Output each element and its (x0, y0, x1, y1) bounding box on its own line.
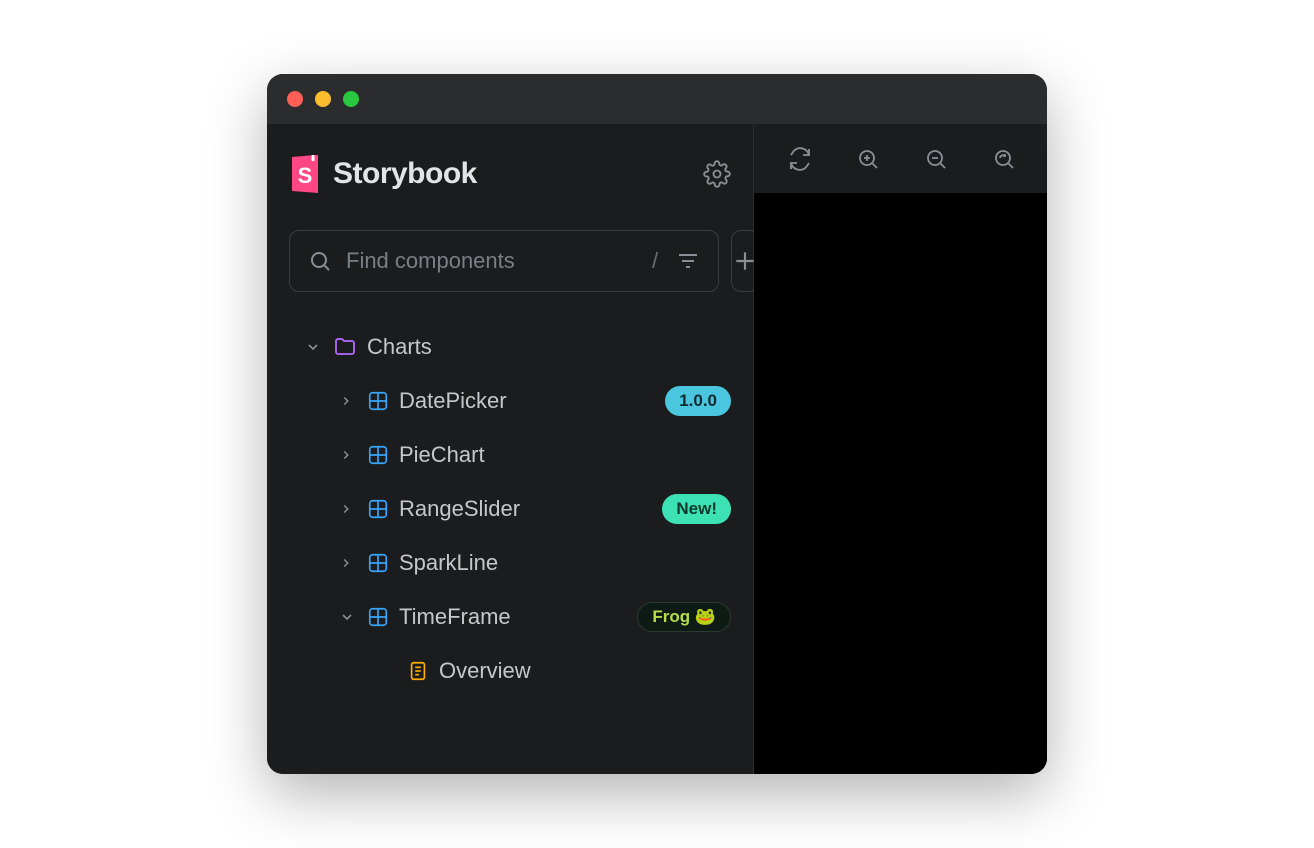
window-maximize-button[interactable] (343, 91, 359, 107)
search-row: / (289, 230, 731, 292)
window-titlebar (267, 74, 1047, 124)
chevron-right-icon (339, 502, 357, 516)
preview-toolbar (754, 124, 1047, 194)
main-panel (754, 124, 1047, 774)
app-window: S Storybook (267, 74, 1047, 774)
chevron-right-icon (339, 448, 357, 462)
tree-folder-charts[interactable]: Charts (289, 320, 731, 374)
settings-button[interactable] (703, 160, 731, 188)
tree-item-piechart[interactable]: PieChart (289, 428, 731, 482)
zoom-out-icon[interactable] (924, 147, 948, 171)
chevron-right-icon (339, 394, 357, 408)
svg-text:S: S (298, 163, 313, 188)
tree-label: PieChart (399, 442, 485, 468)
filter-icon[interactable] (676, 249, 700, 273)
refresh-icon[interactable] (788, 147, 812, 171)
new-badge: New! (662, 494, 731, 524)
tree-item-sparkline[interactable]: SparkLine (289, 536, 731, 590)
brand-title: Storybook (333, 157, 477, 191)
tree-label: Overview (439, 658, 531, 684)
zoom-in-icon[interactable] (856, 147, 880, 171)
sidebar-header: S Storybook (289, 154, 731, 194)
component-icon (367, 606, 389, 628)
chevron-down-icon (339, 609, 357, 625)
search-box[interactable]: / (289, 230, 719, 292)
component-icon (367, 444, 389, 466)
folder-icon (333, 335, 357, 359)
tree-label: TimeFrame (399, 604, 511, 630)
reset-zoom-icon[interactable] (992, 147, 1016, 171)
tag-badge: Frog 🐸 (637, 602, 731, 632)
sidebar-tree: Charts DatePicker 1.0.0 (289, 320, 731, 698)
document-icon (407, 660, 429, 682)
tree-item-datepicker[interactable]: DatePicker 1.0.0 (289, 374, 731, 428)
storybook-logo-icon: S (289, 154, 321, 194)
tree-item-rangeslider[interactable]: RangeSlider New! (289, 482, 731, 536)
brand: S Storybook (289, 154, 477, 194)
tree-label: SparkLine (399, 550, 498, 576)
version-badge: 1.0.0 (665, 386, 731, 416)
chevron-down-icon (305, 339, 323, 355)
tree-item-timeframe[interactable]: TimeFrame Frog 🐸 (289, 590, 731, 644)
component-icon (367, 390, 389, 412)
sidebar: S Storybook (267, 124, 754, 774)
tree-label: RangeSlider (399, 496, 520, 522)
component-icon (367, 552, 389, 574)
tree-story-overview[interactable]: Overview (289, 644, 731, 698)
search-input[interactable] (346, 248, 634, 274)
search-shortcut-hint: / (648, 248, 662, 274)
search-icon (308, 249, 332, 273)
preview-canvas (754, 194, 1047, 774)
tree-label: Charts (367, 334, 432, 360)
component-icon (367, 498, 389, 520)
window-close-button[interactable] (287, 91, 303, 107)
tree-label: DatePicker (399, 388, 507, 414)
app-body: S Storybook (267, 124, 1047, 774)
chevron-right-icon (339, 556, 357, 570)
window-minimize-button[interactable] (315, 91, 331, 107)
